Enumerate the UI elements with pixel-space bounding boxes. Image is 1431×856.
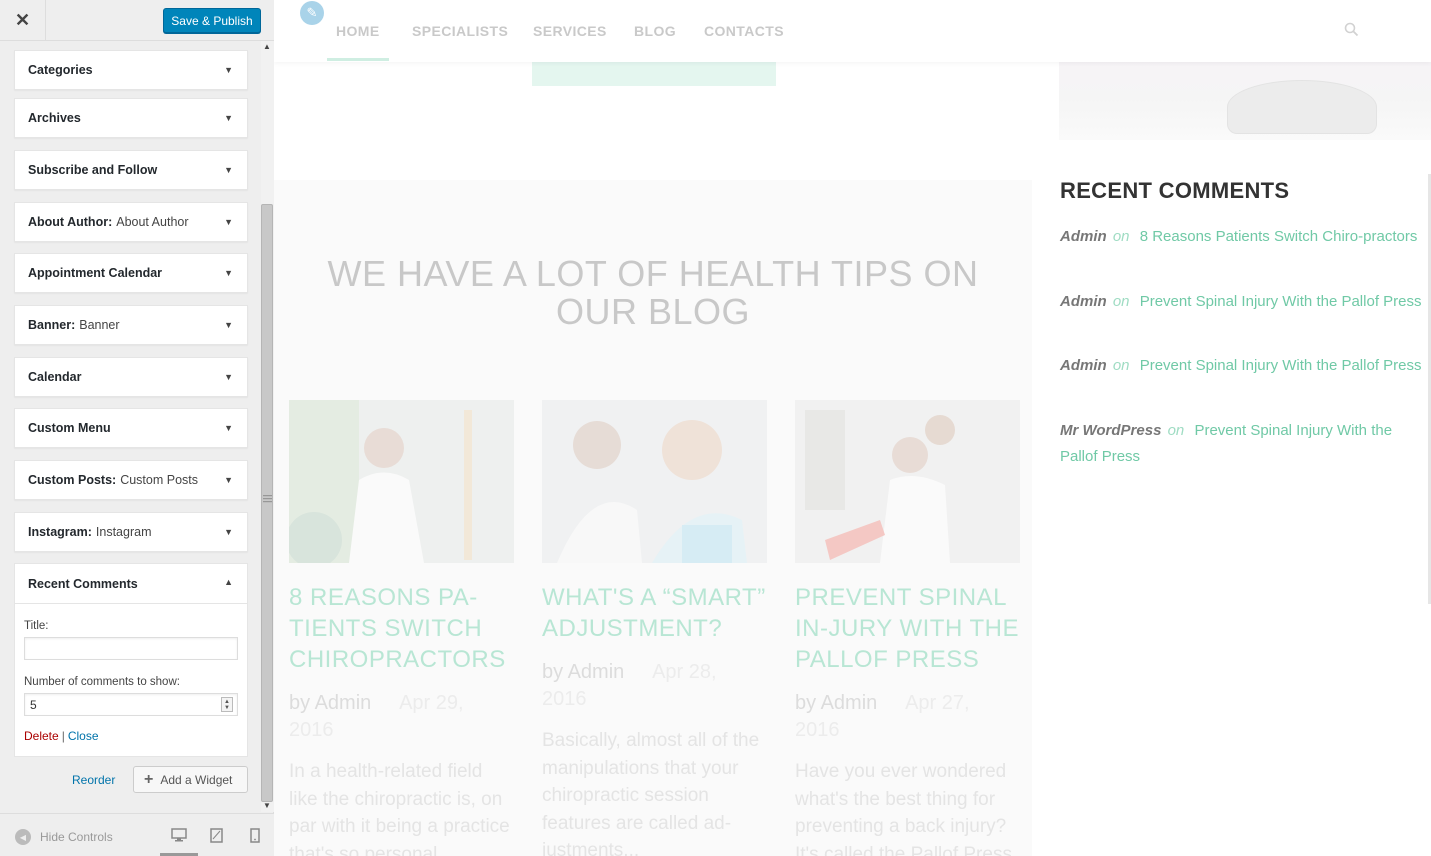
post-image[interactable] [795,400,1020,563]
post-title[interactable]: WHAT'S A “SMART” ADJUSTMENT? [542,582,767,644]
reorder-link[interactable]: Reorder [72,773,115,787]
widget-instagram[interactable]: Instagram: Instagram ▼ [14,512,248,552]
caret-down-icon[interactable]: ▼ [224,320,233,330]
sneaker-image [1227,80,1377,134]
edit-pencil-icon[interactable]: ✎ [300,1,324,25]
nav-specialists[interactable]: SPECIALISTS [412,23,508,39]
nav-services[interactable]: SERVICES [533,23,607,39]
comment-count-input[interactable]: 5 ▲ ▼ [24,693,238,716]
title-label: Title: [24,620,49,632]
nav-blog[interactable]: BLOG [634,23,676,39]
post-title[interactable]: PREVENT SPINAL IN-JURY WITH THE PALLOF P… [795,582,1020,675]
customizer-sidebar: ✕ Save & Publish Categories ▼ Archives ▼… [0,0,274,856]
post-meta: by Admin Apr 29, 2016 [289,692,464,741]
widget-banner[interactable]: Banner: Banner ▼ [14,305,248,345]
title-input[interactable] [24,637,238,660]
customizer-footer: ◀ Hide Controls [0,813,274,856]
close-customizer-button[interactable]: ✕ [0,0,46,41]
comment-post-link[interactable]: Prevent Spinal Injury With the Pallof Pr… [1140,357,1422,374]
collapse-arrow-icon: ◀ [15,829,31,845]
widget-calendar[interactable]: Calendar ▼ [14,357,248,397]
post-image[interactable] [542,400,767,563]
close-icon: ✕ [14,10,31,30]
widget-archives[interactable]: Archives ▼ [14,98,248,138]
widget-actions: Delete | Close [24,729,99,743]
search-icon[interactable] [1344,22,1359,41]
site-navigation: ✎ HOME SPECIALISTS SERVICES BLOG CONTACT… [274,0,1431,62]
site-preview: ✎ HOME SPECIALISTS SERVICES BLOG CONTACT… [274,0,1431,856]
post-excerpt: Have you ever wondered what's the best t… [795,761,1012,856]
caret-down-icon[interactable]: ▼ [224,268,233,278]
post-excerpt: Basically, almost all of the manipulatio… [542,730,760,856]
save-publish-button[interactable]: Save & Publish [163,8,261,33]
nav-home[interactable]: HOME [336,23,380,39]
customizer-header: ✕ Save & Publish [0,0,274,41]
post-title[interactable]: 8 REASONS PA-TIENTS SWITCH CHIROPRACTORS [289,582,514,675]
close-link[interactable]: Close [68,729,99,743]
plus-icon: + [144,770,154,788]
widget-about-author[interactable]: About Author: About Author ▼ [14,202,248,242]
widget-categories[interactable]: Categories ▼ [14,50,248,90]
widget-custom-posts[interactable]: Custom Posts: Custom Posts ▼ [14,460,248,500]
blog-heading: WE HAVE A LOT OF HEALTH TIPS ON OUR BLOG [327,253,979,332]
post-excerpt: In a health-related field like the chiro… [289,761,510,856]
comment-post-link[interactable]: 8 Reasons Patients Switch Chiro-practors [1140,228,1418,245]
delete-link[interactable]: Delete [24,729,59,743]
recent-comment-item: Admin on 8 Reasons Patients Switch Chiro… [1060,228,1418,245]
scroll-up-icon[interactable]: ▲ [263,42,271,51]
comment-count-label: Number of comments to show: [24,676,180,688]
comment-post-link[interactable]: Prevent Spinal Injury With the Pallof Pr… [1140,293,1422,310]
add-widget-button[interactable]: + Add a Widget [133,766,248,793]
number-spinner-icon[interactable]: ▲ ▼ [221,697,233,712]
widget-recent-comments-header[interactable]: Recent Comments ▲ [15,564,247,604]
post-image[interactable] [289,400,514,563]
caret-down-icon[interactable]: ▼ [224,217,233,227]
caret-down-icon[interactable]: ▼ [224,65,233,75]
tablet-icon[interactable] [210,828,223,846]
nav-active-underline [327,58,389,61]
widget-appointment-calendar[interactable]: Appointment Calendar ▼ [14,253,248,293]
scroll-down-icon[interactable]: ▼ [263,801,271,810]
caret-down-icon[interactable]: ▼ [224,475,233,485]
button-remnant [532,62,776,86]
grip-icon: — — — [263,490,272,506]
widget-custom-menu[interactable]: Custom Menu ▼ [14,408,248,448]
hide-controls-button[interactable]: ◀ Hide Controls [15,829,113,845]
caret-down-icon[interactable]: ▼ [224,165,233,175]
post-meta: by Admin Apr 28, 2016 [542,661,717,710]
nav-contacts[interactable]: CONTACTS [704,23,784,39]
widget-recent-comments: Recent Comments ▲ Title: Number of comme… [14,563,248,757]
caret-down-icon[interactable]: ▼ [224,372,233,382]
mobile-icon[interactable] [250,828,260,846]
recent-comment-item: Admin on Prevent Spinal Injury With the … [1060,357,1422,374]
caret-down-icon[interactable]: ▼ [224,527,233,537]
caret-up-icon[interactable]: ▲ [224,577,233,587]
caret-down-icon[interactable]: ▼ [224,423,233,433]
recent-comment-item: Admin on Prevent Spinal Injury With the … [1060,293,1422,310]
desktop-icon[interactable] [171,828,187,845]
recent-comment-item: Mr WordPress on Prevent Spinal Injury Wi… [1060,422,1393,465]
post-meta: by Admin Apr 27, 2016 [795,692,970,741]
widget-subscribe-follow[interactable]: Subscribe and Follow ▼ [14,150,248,190]
recent-comments-heading: RECENT COMMENTS [1060,178,1290,203]
caret-down-icon[interactable]: ▼ [224,113,233,123]
